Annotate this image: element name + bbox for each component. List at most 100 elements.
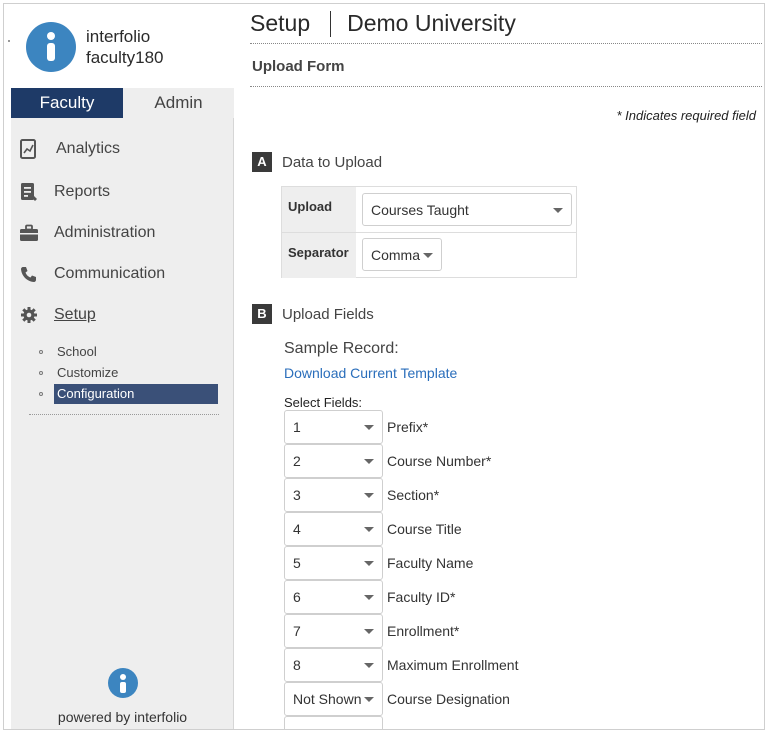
gear-icon: [19, 305, 39, 325]
field-label: Maximum Enrollment: [387, 657, 519, 673]
sidebar-item-administration[interactable]: Administration: [11, 217, 234, 249]
sidebar-dot: [8, 40, 10, 42]
field-label: Faculty ID*: [387, 589, 456, 605]
field-order-select[interactable]: 3: [284, 478, 383, 512]
analytics-icon: [19, 139, 39, 159]
form-title: Upload Form: [252, 58, 345, 75]
chevron-down-icon: [364, 561, 374, 566]
chevron-down-icon: [364, 493, 374, 498]
field-label: Section*: [387, 487, 440, 503]
brand-line-1: interfolio: [86, 27, 151, 46]
sidebar-item-setup[interactable]: Setup: [11, 299, 234, 331]
brand-name: interfolio faculty180: [86, 26, 164, 68]
field-order-value: 5: [293, 555, 301, 571]
field-order-select[interactable]: [284, 716, 383, 729]
upload-type-value: Courses Taught: [371, 201, 469, 218]
chevron-down-icon: [364, 527, 374, 532]
field-row: Not Shown Course Designation: [284, 682, 584, 716]
subnav-divider: [29, 414, 219, 415]
chevron-down-icon: [364, 459, 374, 464]
field-order-value: 2: [293, 453, 301, 469]
sidebar-item-reports[interactable]: Reports: [11, 176, 234, 208]
separator-label: Separator: [282, 233, 356, 278]
field-label: Course Designation: [387, 691, 510, 707]
app-window: interfolio faculty180 Faculty Admin Anal…: [3, 3, 765, 730]
section-b-title: Upload Fields: [282, 305, 374, 323]
field-row: 8 Maximum Enrollment: [284, 648, 584, 682]
field-order-select[interactable]: 1: [284, 410, 383, 444]
field-row: 2 Course Number*: [284, 444, 584, 478]
field-label: Course Number*: [387, 453, 492, 469]
powered-by: powered by interfolio: [11, 663, 234, 729]
section-a-badge: A: [252, 152, 272, 172]
section-b-header: B Upload Fields: [252, 304, 374, 324]
sidebar-item-label: Administration: [54, 224, 156, 241]
sidebar-item-label: Communication: [54, 265, 166, 282]
field-row-partial: [284, 716, 584, 729]
field-order-value: 8: [293, 657, 301, 673]
phone-icon: [19, 264, 39, 284]
chevron-down-icon: [364, 595, 374, 600]
section-b-badge: B: [252, 304, 272, 324]
field-row: 6 Faculty ID*: [284, 580, 584, 614]
upload-type-select[interactable]: Courses Taught: [362, 193, 572, 226]
field-order-value: 7: [293, 623, 301, 639]
title-separator: [330, 10, 332, 37]
field-label: Course Title: [387, 521, 462, 537]
role-tabs: Faculty Admin: [11, 88, 234, 118]
upload-label: Upload: [282, 187, 356, 232]
field-row: 3 Section*: [284, 478, 584, 512]
field-label: Faculty Name: [387, 555, 474, 571]
chevron-down-icon: [423, 252, 433, 258]
download-template-link[interactable]: Download Current Template: [284, 365, 457, 381]
sidebar-item-communication[interactable]: Communication: [11, 258, 234, 290]
chevron-down-icon: [364, 697, 374, 702]
field-order-select[interactable]: Not Shown: [284, 682, 383, 716]
header-divider: [250, 43, 762, 44]
field-order-value: 1: [293, 419, 301, 435]
sidebar-item-label: Reports: [54, 183, 111, 200]
chevron-down-icon: [364, 663, 374, 668]
brand-line-2: faculty180: [86, 48, 164, 67]
separator-select[interactable]: Comma: [362, 238, 442, 271]
required-note: * Indicates required field: [616, 108, 756, 123]
reports-icon: [19, 182, 39, 202]
field-row: 4 Course Title: [284, 512, 584, 546]
interfolio-small-logo-icon: [108, 668, 138, 698]
select-fields-label: Select Fields:: [284, 395, 363, 410]
tab-faculty[interactable]: Faculty: [11, 88, 123, 118]
sidebar-item-analytics[interactable]: Analytics: [11, 133, 234, 165]
interfolio-logo-icon[interactable]: [26, 22, 76, 72]
tab-admin[interactable]: Admin: [123, 88, 234, 118]
page-title-setup: Setup: [250, 10, 311, 36]
field-row: 7 Enrollment*: [284, 614, 584, 648]
powered-by-text: powered by interfolio: [57, 709, 188, 725]
section-a-header: A Data to Upload: [252, 152, 382, 172]
field-order-value: Not Shown: [293, 691, 362, 707]
sidebar-nav: Analytics Reports Administration Communi…: [11, 118, 234, 729]
field-label: Prefix*: [387, 419, 429, 435]
field-order-select[interactable]: 8: [284, 648, 383, 682]
sample-record-label: Sample Record:: [284, 340, 399, 357]
page-title-org: Demo University: [347, 10, 516, 36]
section-a-title: Data to Upload: [282, 153, 383, 171]
field-order-select[interactable]: 4: [284, 512, 383, 546]
field-order-value: 6: [293, 589, 301, 605]
field-order-select[interactable]: 6: [284, 580, 383, 614]
sidebar: interfolio faculty180 Faculty Admin Anal…: [4, 4, 234, 729]
field-order-value: 3: [293, 487, 301, 503]
chevron-down-icon: [364, 425, 374, 430]
chevron-down-icon: [364, 629, 374, 634]
field-order-select[interactable]: 5: [284, 546, 383, 580]
separator-value: Comma: [371, 246, 421, 263]
field-order-select[interactable]: 2: [284, 444, 383, 478]
page-title: Setup Demo University: [250, 10, 516, 37]
briefcase-icon: [19, 223, 39, 243]
chevron-down-icon: [553, 207, 563, 213]
upload-row: Upload Courses Taught: [282, 187, 576, 232]
form-title-divider: [250, 86, 762, 87]
main-content: Setup Demo University Upload Form * Indi…: [234, 4, 764, 729]
field-label: Enrollment*: [387, 623, 460, 639]
sidebar-item-label: Setup: [54, 306, 96, 323]
field-order-select[interactable]: 7: [284, 614, 383, 648]
